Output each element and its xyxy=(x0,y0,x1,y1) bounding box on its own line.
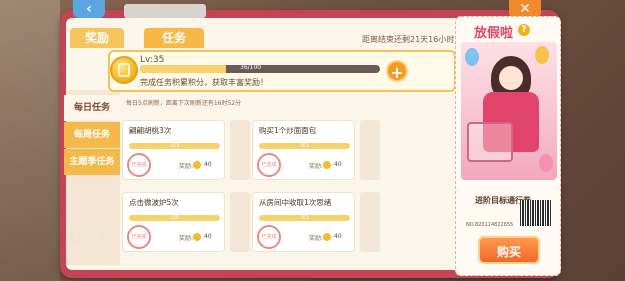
task-title: 翩翩胡桃3次 xyxy=(129,126,172,135)
stamp-icon: 已完成 xyxy=(127,153,151,177)
buy-button[interactable]: 购买 xyxy=(478,236,540,264)
level-progress-fill xyxy=(140,65,227,73)
task-progress-text: 0/1 xyxy=(301,143,310,149)
reward-value: 40 xyxy=(334,233,342,240)
help-icon[interactable]: ? xyxy=(518,24,530,36)
task-progress-text: 0/3 xyxy=(171,143,180,149)
pass-number: NO.820114822655 xyxy=(466,222,514,228)
task-card[interactable]: 翩翩胡桃3次 0/3 已完成 奖励: 40 xyxy=(122,120,225,180)
top-tab-placeholder xyxy=(124,4,206,18)
pass-character-illustration xyxy=(461,42,557,180)
balloon-icon xyxy=(535,46,549,64)
coin-icon xyxy=(323,233,331,241)
task-progress-text: 0/1 xyxy=(301,215,310,221)
card-divider xyxy=(230,192,250,252)
level-description: 完成任务积累积分，获取丰富奖励！ xyxy=(140,78,268,87)
back-button[interactable]: ‹ xyxy=(73,0,105,18)
tab-reward[interactable]: 奖励 xyxy=(70,28,124,48)
card-divider xyxy=(360,192,380,252)
category-theme-season[interactable]: 主题季任务 xyxy=(64,149,120,175)
coin-icon xyxy=(323,161,331,169)
task-title: 购买1个炒面面包 xyxy=(259,126,317,135)
level-progress-text: 36/100 xyxy=(240,64,262,71)
stamp-icon: 已完成 xyxy=(257,225,281,249)
reward-label: 奖励: xyxy=(179,235,194,242)
paper-watermark: Task xyxy=(66,228,111,249)
coin-icon xyxy=(110,56,138,84)
reward-label: 奖励: xyxy=(309,163,324,170)
plus-icon: + xyxy=(390,63,404,82)
task-card[interactable]: 点击微波炉5次 0/5 已完成 奖励: 40 xyxy=(122,192,225,252)
task-card[interactable]: 从房间中收取1次思绪 0/1 已完成 奖励: 40 xyxy=(252,192,355,252)
back-arrow-icon: ‹ xyxy=(86,1,92,17)
coin-icon xyxy=(193,161,201,169)
balloon-icon xyxy=(539,154,553,172)
reward-label: 奖励: xyxy=(179,163,194,170)
task-title: 点击微波炉5次 xyxy=(129,198,179,207)
task-title: 从房间中收取1次思绪 xyxy=(259,198,332,207)
add-level-button[interactable]: + xyxy=(386,60,408,82)
event-countdown: 距离结束还剩21天16小时 xyxy=(362,35,455,44)
task-progress-text: 0/5 xyxy=(171,215,180,221)
reward-value: 40 xyxy=(204,161,212,168)
stamp-icon: 已完成 xyxy=(257,153,281,177)
card-divider xyxy=(230,120,250,180)
category-weekly[interactable]: 每周任务 xyxy=(64,122,120,148)
coin-icon xyxy=(193,233,201,241)
character-face xyxy=(499,66,523,90)
category-daily[interactable]: 每日任务 xyxy=(64,95,120,121)
card-divider xyxy=(360,120,380,180)
tab-task[interactable]: 任务 xyxy=(144,28,204,48)
reward-value: 40 xyxy=(204,233,212,240)
balloon-icon xyxy=(465,48,479,66)
shopping-cart-icon xyxy=(467,122,513,162)
reward-value: 40 xyxy=(334,161,342,168)
task-card[interactable]: 购买1个炒面面包 0/1 已完成 奖励: 40 xyxy=(252,120,355,180)
stamp-icon: 已完成 xyxy=(127,225,151,249)
barcode-icon xyxy=(520,200,552,226)
close-icon: ✕ xyxy=(519,1,531,17)
background-envelope xyxy=(0,0,60,281)
reward-label: 奖励: xyxy=(309,235,324,242)
level-label: Lv:35 xyxy=(140,55,165,65)
pass-title: 放假啦 xyxy=(474,26,514,41)
reset-note: 每日5点刷新，距离下次刷新还有16时52分 xyxy=(126,100,242,107)
